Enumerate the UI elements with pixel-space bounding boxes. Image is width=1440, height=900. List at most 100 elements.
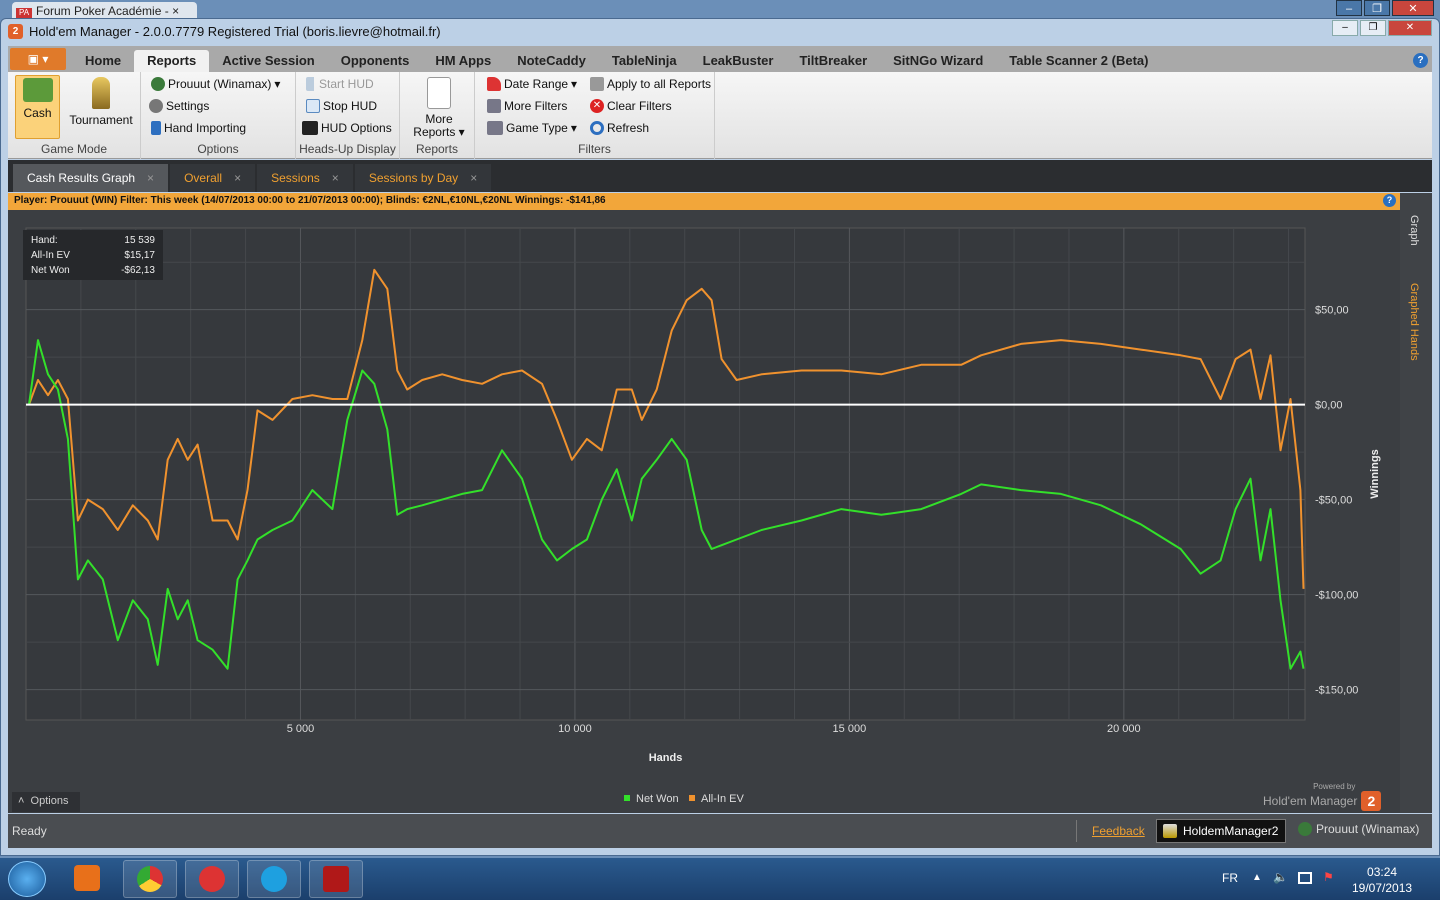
stop-hud-button[interactable]: Stop HUD: [306, 99, 377, 113]
close-tab-icon[interactable]: ×: [470, 171, 477, 185]
database-selector[interactable]: HoldemManager2: [1156, 819, 1286, 843]
minimize-icon[interactable]: –: [1336, 0, 1362, 16]
volume-icon[interactable]: 🔈: [1273, 870, 1288, 884]
start-button[interactable]: [8, 861, 46, 897]
doc-tab-overall[interactable]: Overall ×: [170, 164, 256, 192]
app-menu-button[interactable]: ▣ ▾: [10, 48, 66, 70]
refresh-icon: [590, 121, 604, 135]
tray-expand-icon[interactable]: ▲: [1252, 872, 1262, 883]
doc-tab-sessions-by-day[interactable]: Sessions by Day ×: [354, 164, 492, 192]
filter-summary-bar: Player: Prouuut (WIN) Filter: This week …: [8, 193, 1400, 210]
maximize-icon[interactable]: ❐: [1364, 0, 1390, 16]
y-axis-label: Winnings: [1369, 449, 1381, 498]
close-icon[interactable]: ✕: [1392, 0, 1434, 16]
ribbon-tab-opponents[interactable]: Opponents: [328, 50, 423, 72]
stop-icon: [306, 99, 320, 113]
doc-tab-sessions[interactable]: Sessions ×: [257, 164, 353, 192]
side-tab-graphed-hands[interactable]: Graphed Hands: [1408, 283, 1420, 361]
taskbar-hm2[interactable]: [185, 860, 239, 898]
clear-x-icon: ✕: [590, 99, 604, 113]
ribbon: Cash Tournament Game Mode Prouuut (Winam…: [8, 72, 1432, 159]
skype-icon: [261, 866, 287, 892]
more-reports-button[interactable]: More Reports ▾: [408, 75, 470, 139]
taskbar-media-player[interactable]: [60, 860, 114, 898]
close-tab-icon[interactable]: ×: [147, 171, 154, 185]
minimize-icon[interactable]: –: [1332, 20, 1358, 36]
game-type-button[interactable]: Game Type ▾: [487, 121, 577, 135]
hud-icon: [302, 121, 318, 135]
tournament-button[interactable]: Tournament: [62, 75, 140, 127]
hover-tooltip: Hand: 15 539 All-In EV $15,17 Net Won -$62,13: [23, 230, 163, 280]
legend-swatch: [624, 795, 630, 801]
legend-label: All-In EV: [701, 793, 744, 805]
player-selector[interactable]: Prouuut (Winamax) ▾: [151, 77, 280, 91]
restore-icon[interactable]: ❐: [1360, 20, 1386, 36]
calendar-icon: [487, 77, 501, 91]
chrome-icon: [137, 866, 163, 892]
play-icon: [306, 77, 316, 91]
language-indicator[interactable]: FR: [1222, 871, 1238, 885]
group-hud: Start HUD Stop HUD HUD Options Heads-Up …: [296, 72, 400, 159]
ribbon-tab-notecaddy[interactable]: NoteCaddy: [504, 50, 599, 72]
date-range-button[interactable]: Date Range ▾: [487, 77, 577, 91]
ribbon-tab-leakbuster[interactable]: LeakBuster: [690, 50, 787, 72]
close-tab-icon[interactable]: ×: [172, 4, 179, 18]
action-center-flag-icon[interactable]: ⚑: [1323, 870, 1334, 884]
ribbon-tab-sitngo-wizard[interactable]: SitNGo Wizard: [880, 50, 996, 72]
clock[interactable]: 03:24 19/07/2013: [1352, 864, 1412, 896]
x-tick-label: 20 000: [1107, 723, 1141, 735]
hm2-logo-icon: 2: [8, 23, 23, 39]
start-hud-button[interactable]: Start HUD: [306, 77, 374, 91]
side-tab-graph[interactable]: Graph: [1408, 215, 1420, 246]
ribbon-tabs: ▣ ▾ Home Reports Active Session Opponents HM…: [8, 46, 1432, 72]
y-tick-label: -$100,00: [1315, 590, 1358, 602]
ribbon-tab-active-session[interactable]: Active Session: [209, 50, 328, 72]
y-tick-label: $0,00: [1315, 400, 1343, 412]
document-tabs: Cash Results Graph × Overall × Sessions × Sess…: [8, 160, 1432, 192]
taskbar: FR ▲ 🔈 ⚑ 03:24 19/07/2013: [0, 858, 1440, 900]
tooltip-row: Net Won -$62,13: [31, 265, 155, 276]
ribbon-tab-reports[interactable]: Reports: [134, 50, 210, 72]
x-tick-label: 15 000: [833, 723, 867, 735]
doc-tab-cash-results-graph[interactable]: Cash Results Graph ×: [13, 164, 169, 192]
help-icon[interactable]: ?: [1383, 194, 1396, 207]
y-tick-label: -$50,00: [1315, 495, 1352, 507]
feedback-link[interactable]: Feedback: [1092, 824, 1145, 838]
help-icon[interactable]: ?: [1413, 53, 1428, 68]
close-icon[interactable]: ✕: [1388, 20, 1432, 36]
hand-importing-button[interactable]: Hand Importing: [151, 121, 246, 135]
legend-swatch: [689, 795, 695, 801]
y-tick-label: $50,00: [1315, 305, 1349, 317]
options-toggle[interactable]: ˄ Options: [12, 792, 80, 812]
taskbar-chrome[interactable]: [123, 860, 177, 898]
group-options: Prouuut (Winamax) ▾ Settings Hand Import…: [141, 72, 296, 159]
tooltip-row: All-In EV $15,17: [31, 250, 155, 261]
apply-all-reports-button[interactable]: Apply to all Reports: [590, 77, 711, 91]
active-player[interactable]: Prouuut (Winamax): [1298, 822, 1419, 836]
filter-icon: [487, 99, 501, 113]
ribbon-tab-home[interactable]: Home: [72, 50, 134, 72]
network-icon[interactable]: [1298, 872, 1312, 884]
ribbon-tab-tiltbreaker[interactable]: TiltBreaker: [786, 50, 880, 72]
x-tick-label: 5 000: [287, 723, 315, 735]
group-game-mode: Cash Tournament Game Mode: [8, 72, 141, 159]
ribbon-tab-tableninja[interactable]: TableNinja: [599, 50, 690, 72]
window-title: Hold'em Manager - 2.0.0.7779 Registered …: [29, 23, 441, 39]
legend-label: Net Won: [636, 793, 679, 805]
y-tick-label: -$150,00: [1315, 685, 1358, 697]
close-tab-icon[interactable]: ×: [332, 171, 339, 185]
hud-options-button[interactable]: HUD Options: [302, 121, 392, 135]
ribbon-tab-table-scanner-2-beta-[interactable]: Table Scanner 2 (Beta): [996, 50, 1161, 72]
close-tab-icon[interactable]: ×: [234, 171, 241, 185]
taskbar-skype[interactable]: [247, 860, 301, 898]
ribbon-tab-hm-apps[interactable]: HM Apps: [422, 50, 504, 72]
clear-filters-button[interactable]: ✕ Clear Filters: [590, 99, 672, 113]
refresh-button[interactable]: Refresh: [590, 121, 649, 135]
taskbar-winamax[interactable]: [309, 860, 363, 898]
media-player-icon: [74, 865, 100, 891]
results-graph[interactable]: 5 000 10 000 15 000 20 000 $50,00 $0,00 -$50,0…: [8, 210, 1400, 813]
settings-button[interactable]: Settings: [149, 99, 209, 113]
more-filters-button[interactable]: More Filters: [487, 99, 567, 113]
cash-button[interactable]: Cash: [15, 75, 60, 139]
player-icon: [1298, 822, 1312, 836]
